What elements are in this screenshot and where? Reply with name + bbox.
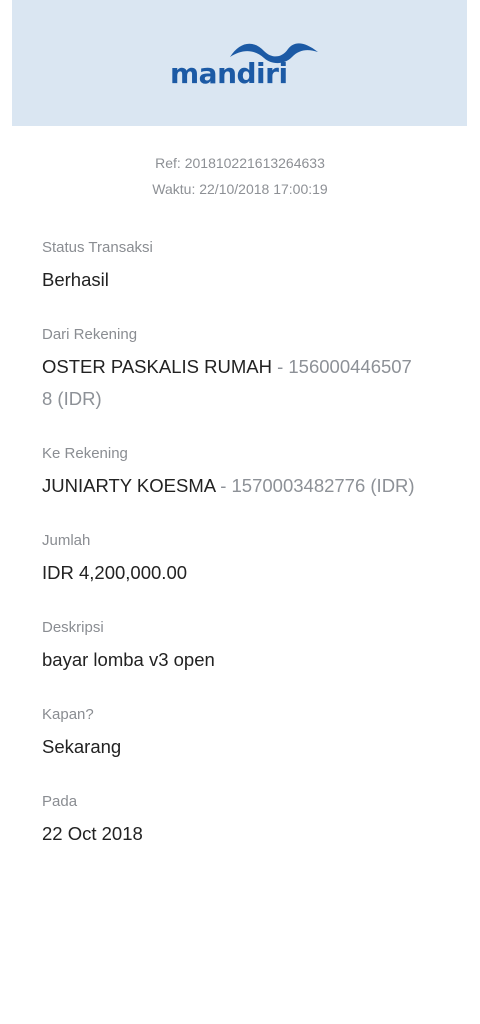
date-label: Pada [42,793,78,810]
status-field: Status Transaksi Berhasil [42,237,422,296]
source-account-name: OSTER PASKALIS RUMAH [42,356,272,377]
description-label: Deskripsi [42,619,104,636]
transaction-receipt: mandiri Ref: 201810221613264633 Waktu: 2… [0,0,480,1024]
destination-account-field: Ke Rekening JUNIARTY KOESMA - 1570003482… [42,443,422,502]
destination-account-number: - 1570003482776 (IDR) [220,475,415,496]
description-value: bayar lomba v3 open [42,649,215,670]
mandiri-logo: mandiri [170,42,322,92]
transaction-details: Status Transaksi Berhasil Dari Rekening … [42,237,422,878]
source-account-value: OSTER PASKALIS RUMAH - 1560004465078 (ID… [42,351,422,415]
destination-account-value: JUNIARTY KOESMA - 1570003482776 (IDR) [42,470,422,502]
date-value: 22 Oct 2018 [42,823,143,844]
transaction-meta: Ref: 201810221613264633 Waktu: 22/10/201… [0,150,480,202]
reference-number: Ref: 201810221613264633 [155,155,325,171]
amount-value: IDR 4,200,000.00 [42,562,188,583]
schedule-field: Kapan? Sekarang [42,704,422,763]
transaction-time: Waktu: 22/10/2018 17:00:19 [152,181,328,197]
amount-label: Jumlah [42,532,91,549]
description-field: Deskripsi bayar lomba v3 open [42,617,422,676]
schedule-label: Kapan? [42,706,94,723]
amount-field: Jumlah IDR 4,200,000.00 [42,530,422,589]
status-label: Status Transaksi [42,239,153,256]
date-field: Pada 22 Oct 2018 [42,791,422,850]
source-account-label: Dari Rekening [42,326,138,343]
mandiri-logo-text: mandiri [170,57,288,90]
destination-account-label: Ke Rekening [42,445,128,462]
destination-account-name: JUNIARTY KOESMA [42,475,216,496]
schedule-value: Sekarang [42,736,122,757]
status-value: Berhasil [42,269,109,290]
source-account-field: Dari Rekening OSTER PASKALIS RUMAH - 156… [42,324,422,415]
receipt-header: mandiri [12,0,467,126]
